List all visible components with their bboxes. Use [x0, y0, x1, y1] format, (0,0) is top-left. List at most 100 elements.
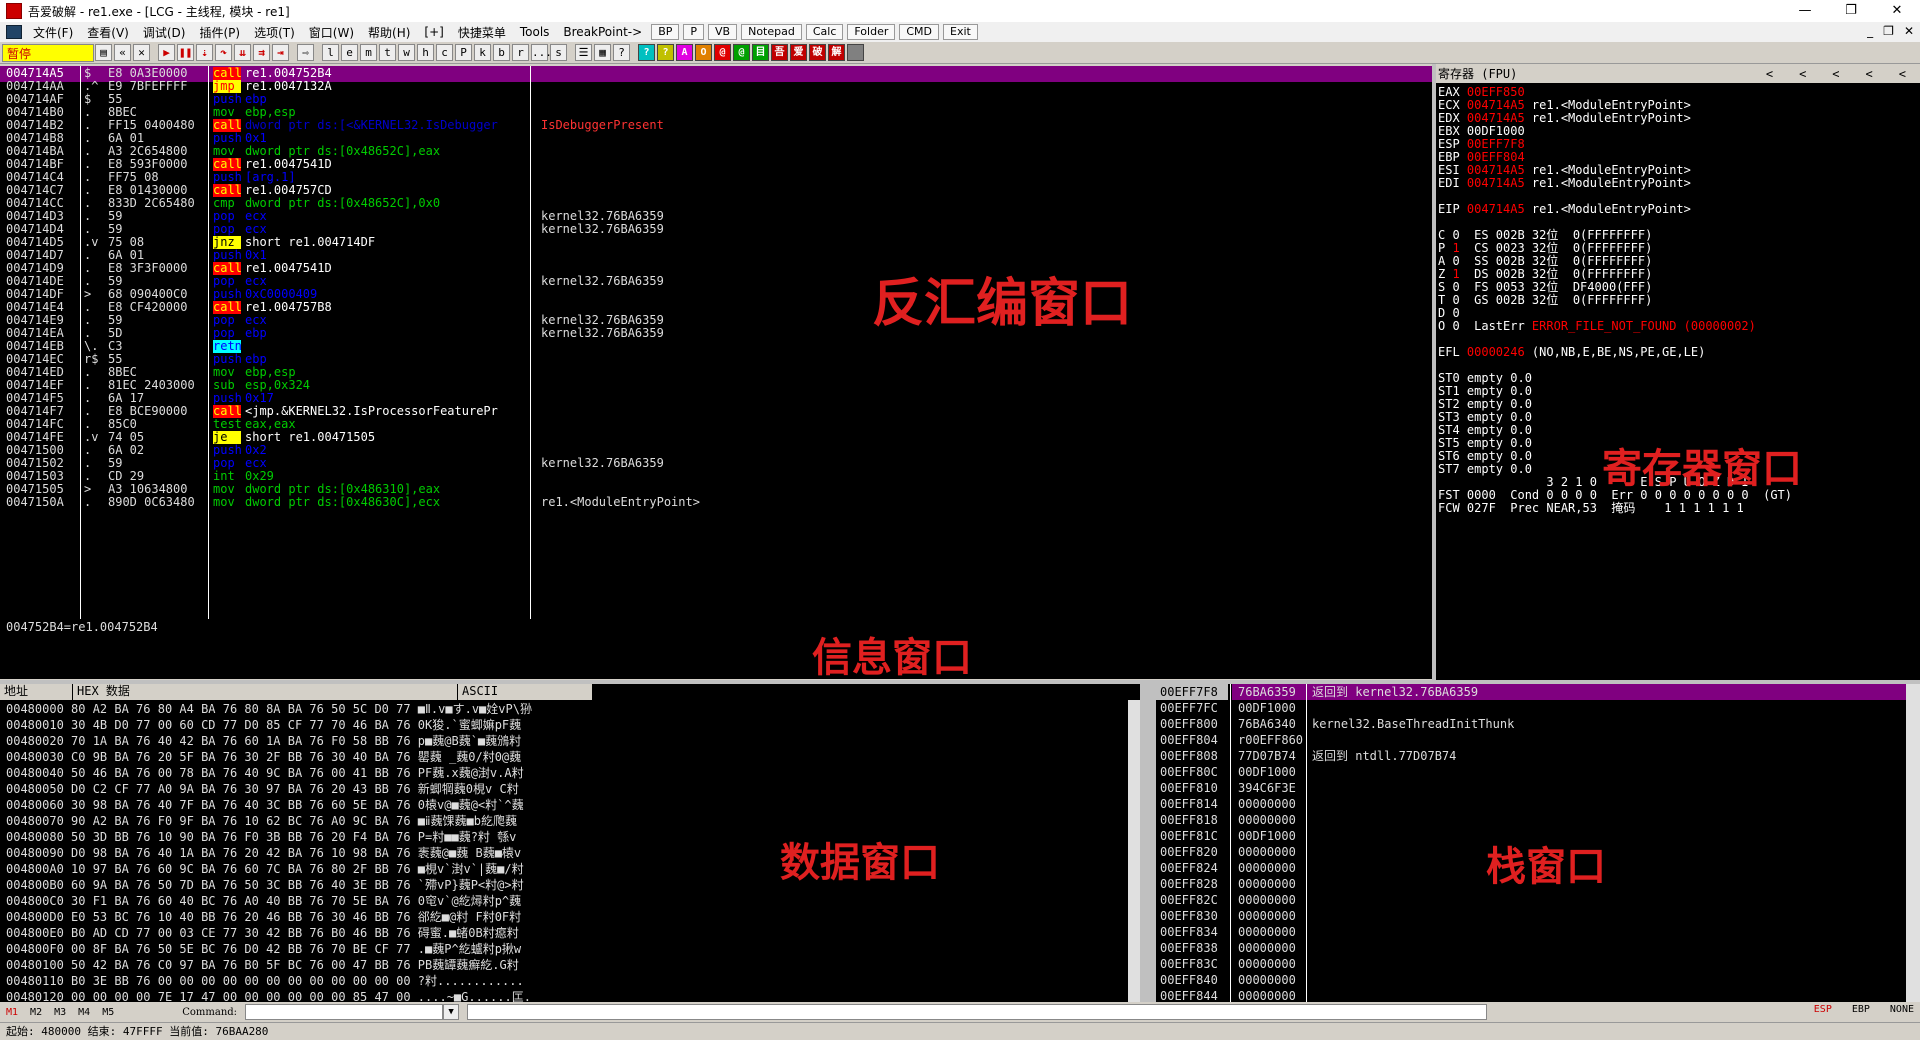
mdi-minimize-icon[interactable]: _: [1867, 24, 1873, 38]
close-icon[interactable]: ✕: [1874, 0, 1920, 22]
minimize-icon[interactable]: —: [1782, 0, 1828, 22]
stack-row[interactable]: 00EFF834 00000000: [1156, 924, 1906, 940]
toolbar-t-button[interactable]: t: [379, 44, 396, 61]
restore-icon[interactable]: ❐: [1828, 0, 1874, 22]
reg-nav-arrow-icon[interactable]: <: [1766, 66, 1773, 83]
marker-tab[interactable]: M4: [72, 1007, 96, 1018]
register-line[interactable]: EFL 00000246 (NO,NB,E,BE,NS,PE,GE,LE): [1438, 346, 1920, 359]
dump-row[interactable]: 00480000 80 A2 BA 76 80 A4 BA 76 80 8A B…: [6, 701, 532, 717]
stack-row[interactable]: 00EFF80C 00DF1000: [1156, 764, 1906, 780]
dump-row[interactable]: 00480050 D0 C2 CF 77 A0 9A BA 76 30 97 B…: [6, 781, 519, 797]
plugin-button[interactable]: 目: [752, 44, 769, 61]
dump-row[interactable]: 00480090 D0 98 BA 76 40 1A BA 76 20 42 B…: [6, 845, 521, 861]
dump-row[interactable]: 00480020 70 1A BA 76 40 42 BA 76 60 1A B…: [6, 733, 521, 749]
stack-row[interactable]: 00EFF7F8 76BA6359 返回到 kernel32.76BA6359: [1156, 684, 1906, 700]
toolbar-b-button[interactable]: b: [493, 44, 510, 61]
dump-row[interactable]: 00480110 B0 3E BB 76 00 00 00 00 00 00 0…: [6, 973, 524, 989]
toolbar-c-button[interactable]: c: [436, 44, 453, 61]
plugin-button[interactable]: A: [676, 44, 693, 61]
dump-row[interactable]: 004800C0 30 F1 BA 76 60 40 BC 76 A0 40 B…: [6, 893, 521, 909]
open-icon[interactable]: ▤: [95, 44, 112, 61]
none-mode-button[interactable]: NONE: [1890, 1004, 1914, 1015]
quick-exit-button[interactable]: Exit: [943, 24, 978, 40]
quick-notepad-button[interactable]: Notepad: [741, 24, 802, 40]
stack-row[interactable]: 00EFF82C 00000000: [1156, 892, 1906, 908]
stack-row[interactable]: 00EFF840 00000000: [1156, 972, 1906, 988]
command-input[interactable]: [245, 1004, 444, 1020]
quick-cmd-button[interactable]: CMD: [899, 24, 940, 40]
mdi-close-icon[interactable]: ✕: [1904, 24, 1914, 38]
register-line[interactable]: EDI 004714A5 re1.<ModuleEntryPoint>: [1438, 177, 1920, 190]
toolbar-r-button[interactable]: r: [512, 44, 529, 61]
menu-help[interactable]: 帮助(H): [361, 24, 417, 41]
stack-row[interactable]: 00EFF830 00000000: [1156, 908, 1906, 924]
toolbar-w-button[interactable]: w: [398, 44, 415, 61]
plugin-button[interactable]: @: [733, 44, 750, 61]
reg-nav-arrow-icon[interactable]: <: [1899, 66, 1906, 83]
stack-row[interactable]: 00EFF808 77D07B74 返回到 ntdll.77D07B74: [1156, 748, 1906, 764]
options-icon[interactable]: ▦: [594, 44, 611, 61]
stack-row[interactable]: 00EFF814 00000000: [1156, 796, 1906, 812]
dump-row[interactable]: 00480070 90 A2 BA 76 F0 9F BA 76 10 62 B…: [6, 813, 517, 829]
plugin-button[interactable]: ?: [638, 44, 655, 61]
dump-row[interactable]: 00480030 C0 9B BA 76 20 5F BA 76 30 2F B…: [6, 749, 521, 765]
info-pane[interactable]: 004752B4=re1.004752B4 信息窗口: [0, 619, 1432, 679]
dump-header-ascii[interactable]: ASCII: [458, 684, 592, 700]
plugin-button[interactable]: ?: [657, 44, 674, 61]
register-line[interactable]: T 0 GS 002B 32位 0(FFFFFFFF): [1438, 294, 1920, 307]
step-into-icon[interactable]: ⇣: [196, 44, 213, 61]
menu-breakpoint[interactable]: BreakPoint->: [556, 25, 649, 39]
stack-row[interactable]: 00EFF804 r00EFF860: [1156, 732, 1906, 748]
restart-icon[interactable]: «: [114, 44, 131, 61]
menu-plugins[interactable]: 插件(P): [192, 24, 247, 41]
menu-window[interactable]: 窗口(W): [302, 24, 361, 41]
toolbar-m-button[interactable]: m: [360, 44, 377, 61]
register-line[interactable]: O 0 LastErr ERROR_FILE_NOT_FOUND (000000…: [1438, 320, 1920, 333]
toolbar-e-button[interactable]: e: [341, 44, 358, 61]
run-icon[interactable]: ▶: [158, 44, 175, 61]
menu-shortcuts[interactable]: 快捷菜单: [451, 24, 513, 41]
marker-tab[interactable]: M2: [24, 1007, 48, 1018]
dump-row[interactable]: 00480120 00 00 00 00 7E 17 47 00 00 00 0…: [6, 989, 531, 1002]
command-output-field[interactable]: [467, 1004, 1488, 1020]
plugin-button[interactable]: O: [695, 44, 712, 61]
marker-tab[interactable]: M1: [0, 1007, 24, 1018]
menu-file[interactable]: 文件(F): [26, 24, 80, 41]
dump-row[interactable]: 00480010 30 4B D0 77 00 60 CD 77 D0 85 C…: [6, 717, 521, 733]
stack-row[interactable]: 00EFF818 00000000: [1156, 812, 1906, 828]
reg-nav-arrow-icon[interactable]: <: [1866, 66, 1873, 83]
close-process-icon[interactable]: ✕: [133, 44, 150, 61]
dump-row[interactable]: 004800B0 60 9A BA 76 50 7D BA 76 50 3C B…: [6, 877, 524, 893]
stack-row[interactable]: 00EFF7FC 00DF1000: [1156, 700, 1906, 716]
mdi-restore-icon[interactable]: ❐: [1883, 24, 1894, 38]
stack-scrollbar[interactable]: [1906, 684, 1920, 1002]
dump-row[interactable]: 004800E0 B0 AD CD 77 00 03 CE 77 30 42 B…: [6, 925, 519, 941]
dump-row[interactable]: 00480040 50 46 BA 76 00 78 BA 76 40 9C B…: [6, 765, 524, 781]
plugin-button[interactable]: 爱: [790, 44, 807, 61]
trace-into-icon[interactable]: ⇊: [234, 44, 251, 61]
dump-stack-splitter[interactable]: [1140, 684, 1156, 1002]
mdi-child-icon[interactable]: [6, 25, 22, 39]
trace-over-icon[interactable]: ⇉: [253, 44, 270, 61]
menu-tools[interactable]: Tools: [513, 25, 557, 39]
goto-icon[interactable]: ⇨: [297, 44, 314, 61]
toolbar-l-button[interactable]: l: [322, 44, 339, 61]
plugin-button[interactable]: 破: [809, 44, 826, 61]
toolbar-p-button[interactable]: P: [455, 44, 472, 61]
reg-nav-arrow-icon[interactable]: <: [1832, 66, 1839, 83]
toolbar-h-button[interactable]: h: [417, 44, 434, 61]
step-over-icon[interactable]: ↷: [215, 44, 232, 61]
quick-vb-button[interactable]: VB: [708, 24, 738, 40]
stack-row[interactable]: 00EFF838 00000000: [1156, 940, 1906, 956]
menu-debug[interactable]: 调试(D): [136, 24, 193, 41]
reg-nav-arrow-icon[interactable]: <: [1799, 66, 1806, 83]
quick-calc-button[interactable]: Calc: [805, 24, 844, 40]
toolbar-k-button[interactable]: k: [474, 44, 491, 61]
registers-header[interactable]: 寄存器 (FPU) < < < < <: [1436, 66, 1920, 83]
stack-row[interactable]: 00EFF83C 00000000: [1156, 956, 1906, 972]
plugin-button[interactable]: [847, 44, 864, 61]
menu-plus[interactable]: [+]: [417, 25, 450, 39]
stack-row[interactable]: 00EFF810 394C6F3E: [1156, 780, 1906, 796]
dump-header-hex[interactable]: HEX 数据: [73, 684, 457, 700]
registers-pane[interactable]: 寄存器 (FPU) < < < < < EAX 00EFF850 ECX 0047…: [1436, 66, 1920, 680]
